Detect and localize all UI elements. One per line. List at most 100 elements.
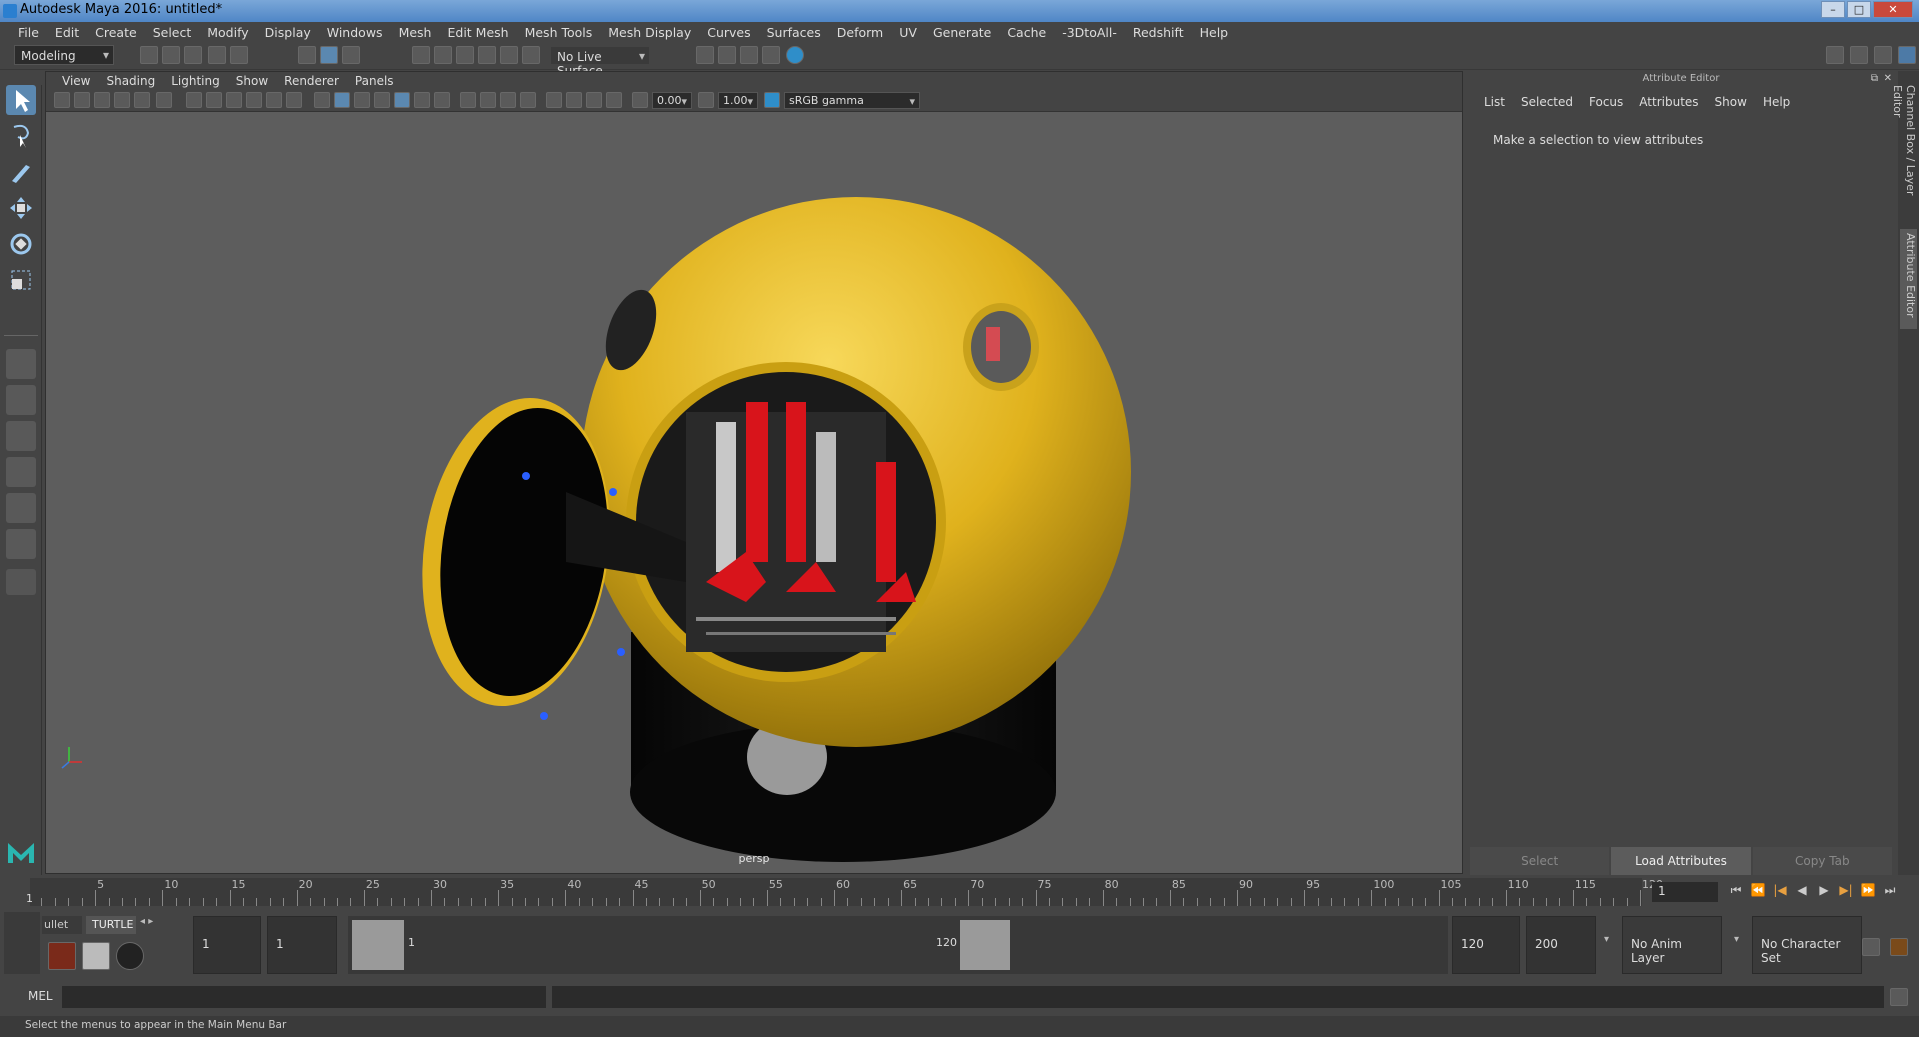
- scene-end-field[interactable]: 200: [1526, 916, 1596, 974]
- shadows-icon[interactable]: [434, 92, 450, 108]
- play-backward-icon[interactable]: ◀: [1794, 882, 1810, 898]
- command-language-label[interactable]: MEL: [28, 989, 53, 1003]
- menu-modify[interactable]: Modify: [199, 22, 256, 42]
- move-tool-icon[interactable]: [6, 193, 36, 223]
- screen-space-ao-icon[interactable]: [460, 92, 476, 108]
- shelf-sphere-icon[interactable]: [116, 942, 144, 970]
- shelf-tab-bullet[interactable]: ullet: [42, 916, 82, 934]
- use-all-lights-icon[interactable]: [414, 92, 430, 108]
- select-tool-icon[interactable]: [6, 85, 36, 115]
- menu-generate[interactable]: Generate: [925, 22, 999, 42]
- ae-menu-selected[interactable]: Selected: [1513, 93, 1581, 111]
- two-d-pan-icon[interactable]: [134, 92, 150, 108]
- film-gate-icon[interactable]: [206, 92, 222, 108]
- menu-redshift[interactable]: Redshift: [1125, 22, 1192, 42]
- grid-icon[interactable]: [186, 92, 202, 108]
- xray-components-icon[interactable]: [606, 92, 622, 108]
- ipr-render-icon[interactable]: [740, 46, 758, 64]
- maximize-button[interactable]: □: [1847, 1, 1871, 18]
- menu-edit[interactable]: Edit: [47, 22, 87, 42]
- viewport-scene[interactable]: [46, 112, 1462, 872]
- persp-outliner-layout-icon[interactable]: [6, 421, 36, 451]
- snap-grid-icon[interactable]: [412, 46, 430, 64]
- end-dropdown-icon[interactable]: ▾: [1604, 934, 1609, 945]
- image-plane-icon[interactable]: [114, 92, 130, 108]
- step-forward-frame-icon[interactable]: ▶|: [1838, 882, 1854, 898]
- shelf-tab-turtle[interactable]: TURTLE: [86, 916, 136, 934]
- menu-mesh-tools[interactable]: Mesh Tools: [517, 22, 601, 42]
- paint-select-tool-icon[interactable]: [6, 157, 36, 187]
- wireframe-icon[interactable]: [314, 92, 330, 108]
- ae-menu-list[interactable]: List: [1476, 93, 1513, 111]
- ae-select-button[interactable]: Select: [1470, 847, 1610, 875]
- depth-of-field-icon[interactable]: [520, 92, 536, 108]
- select-object-icon[interactable]: [320, 46, 338, 64]
- ae-load-attributes-button[interactable]: Load Attributes: [1611, 847, 1751, 875]
- render-view-icon[interactable]: [696, 46, 714, 64]
- ae-menu-attributes[interactable]: Attributes: [1631, 93, 1706, 111]
- textured-icon[interactable]: [394, 92, 410, 108]
- camera-attributes-icon[interactable]: [74, 92, 90, 108]
- viewport-menu-show[interactable]: Show: [228, 72, 276, 90]
- tab-channel-box[interactable]: Channel Box / Layer Editor: [1891, 81, 1917, 231]
- shelf-options[interactable]: [4, 912, 40, 974]
- view-transform-dropdown[interactable]: sRGB gamma: [784, 92, 920, 109]
- shelf-fire-icon[interactable]: [48, 942, 76, 970]
- step-back-frame-icon[interactable]: |◀: [1772, 882, 1788, 898]
- script-editor-icon[interactable]: [1890, 988, 1908, 1006]
- ae-menu-focus[interactable]: Focus: [1581, 93, 1631, 111]
- menu-edit-mesh[interactable]: Edit Mesh: [439, 22, 516, 42]
- menu-file[interactable]: File: [10, 22, 47, 42]
- snap-view-icon[interactable]: [478, 46, 496, 64]
- gamma-icon[interactable]: [698, 92, 714, 108]
- select-hierarchy-icon[interactable]: [298, 46, 316, 64]
- persp-graph-layout-icon[interactable]: [6, 457, 36, 487]
- new-scene-icon[interactable]: [140, 46, 158, 64]
- live-surface-field[interactable]: No Live Surface: [550, 46, 650, 78]
- safe-action-icon[interactable]: [286, 92, 302, 108]
- tab-attribute-editor[interactable]: Attribute Editor: [1900, 229, 1917, 329]
- redo-icon[interactable]: [230, 46, 248, 64]
- anim-layer-dropdown-icon[interactable]: ▾: [1734, 934, 1739, 945]
- go-to-start-icon[interactable]: ⏮: [1728, 882, 1744, 898]
- rotate-tool-icon[interactable]: [6, 229, 36, 259]
- character-set-dropdown[interactable]: No Character Set: [1752, 916, 1862, 974]
- scene-start-field[interactable]: 1: [193, 916, 261, 974]
- snap-vertex-icon[interactable]: [522, 46, 540, 64]
- viewport-menu-renderer[interactable]: Renderer: [276, 72, 347, 90]
- isolate-select-icon[interactable]: [546, 92, 562, 108]
- snap-point-icon[interactable]: [456, 46, 474, 64]
- save-scene-icon[interactable]: [184, 46, 202, 64]
- menu-create[interactable]: Create: [87, 22, 145, 42]
- anti-aliasing-icon[interactable]: [500, 92, 516, 108]
- hypershade-icon[interactable]: [786, 46, 804, 64]
- lasso-tool-icon[interactable]: [6, 121, 36, 151]
- menu-mesh[interactable]: Mesh: [391, 22, 440, 42]
- range-end-handle[interactable]: [960, 920, 1010, 970]
- gamma-field[interactable]: 1.00: [718, 92, 758, 109]
- motion-blur-icon[interactable]: [480, 92, 496, 108]
- exposure-icon[interactable]: [632, 92, 648, 108]
- default-lighting-icon[interactable]: [354, 92, 370, 108]
- menu-windows[interactable]: Windows: [319, 22, 391, 42]
- attribute-editor-toggle-icon[interactable]: [1850, 46, 1868, 64]
- close-button[interactable]: ✕: [1873, 1, 1913, 18]
- ae-menu-show[interactable]: Show: [1707, 93, 1755, 111]
- viewport-menu-lighting[interactable]: Lighting: [163, 72, 228, 90]
- menu-display[interactable]: Display: [257, 22, 319, 42]
- scale-tool-icon[interactable]: [6, 265, 36, 295]
- tool-settings-icon[interactable]: [1874, 46, 1892, 64]
- modeling-toolkit-icon[interactable]: [1826, 46, 1844, 64]
- viewport-menu-shading[interactable]: Shading: [98, 72, 163, 90]
- step-forward-key-icon[interactable]: ⏩: [1860, 882, 1876, 898]
- hypershade-layout-icon[interactable]: [6, 493, 36, 523]
- menu-surfaces[interactable]: Surfaces: [759, 22, 829, 42]
- four-view-layout-icon[interactable]: [6, 385, 36, 415]
- playback-start-field[interactable]: 1: [267, 916, 337, 974]
- render-settings-icon[interactable]: [762, 46, 780, 64]
- mode-dropdown[interactable]: Modeling: [14, 45, 114, 65]
- viewport-panel[interactable]: View Shading Lighting Show Renderer Pane…: [45, 71, 1463, 874]
- ae-menu-help[interactable]: Help: [1755, 93, 1798, 111]
- resolution-gate-icon[interactable]: [226, 92, 242, 108]
- snap-curve-icon[interactable]: [434, 46, 452, 64]
